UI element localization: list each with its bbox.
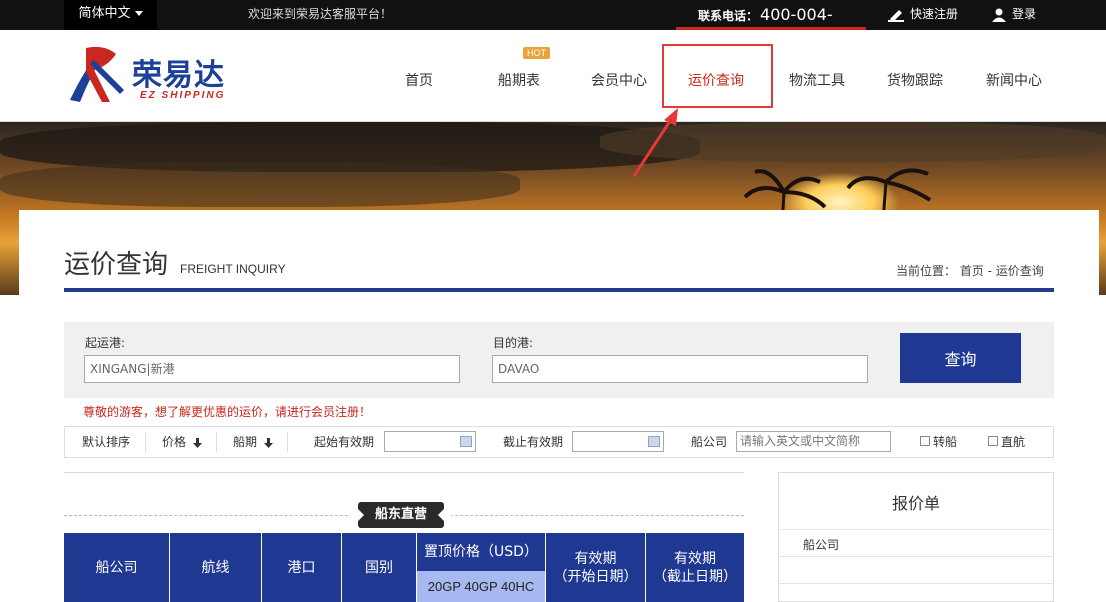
valid-from-label: 起始有效期 <box>314 435 375 449</box>
login-label: 登录 <box>1012 7 1037 21</box>
caret-down-icon <box>134 11 143 16</box>
title-divider <box>64 288 1054 292</box>
carrier-filter-label: 船公司 <box>691 435 728 449</box>
nav-item-logistics-tools[interactable]: 物流工具 <box>789 70 845 90</box>
sort-schedule-label: 船期 <box>233 435 258 449</box>
calendar-icon[interactable] <box>460 436 472 447</box>
nav-item-schedule[interactable]: 船期表 <box>498 70 540 90</box>
column-header-carrier: 船公司 <box>64 533 170 602</box>
arrow-down-icon <box>192 437 202 448</box>
origin-port-label: 起运港: <box>85 336 126 350</box>
top-bar: 简体中文 欢迎来到荣易达客服平台！ 联系电话：400-004-5566 快速注册… <box>0 0 1106 56</box>
origin-port-input[interactable]: XINGANG|新港 <box>84 355 460 383</box>
direct-checkbox[interactable] <box>988 436 998 446</box>
phone-contact: 联系电话：400-004-5566 <box>676 0 866 56</box>
logo[interactable]: 荣易达 EZ SHIPPING <box>64 40 234 110</box>
valid-end-subtitle: （截止日期） <box>653 568 737 585</box>
valid-end-title: 有效期 <box>674 550 716 567</box>
shipowner-direct-badge: 船东直营 <box>358 502 444 528</box>
user-icon <box>992 8 1006 22</box>
phone-label: 联系电话： <box>698 9 759 23</box>
column-header-country: 国别 <box>342 533 417 602</box>
destination-port-input[interactable]: DAVAO <box>492 355 868 383</box>
column-header-price-sizes: 20GP 40GP 40HC <box>417 571 545 602</box>
valid-to-date-input[interactable] <box>572 431 664 452</box>
arrow-annotation-icon <box>632 108 678 177</box>
language-label: 简体中文 <box>78 6 131 21</box>
arrow-down-icon <box>263 437 273 448</box>
carrier-filter-input[interactable]: 请输入英文或中文简称 <box>736 431 891 452</box>
page-title: 运价查询 <box>64 250 169 280</box>
login-link[interactable]: 登录 <box>992 0 1036 28</box>
language-selector[interactable]: 简体中文 <box>64 0 157 30</box>
logo-text-en: EZ SHIPPING <box>140 90 226 101</box>
quote-divider <box>779 583 1053 584</box>
column-header-valid-end: 有效期 （截止日期） <box>646 533 744 602</box>
breadcrumb: 当前位置： 首页 - 运价查询 <box>896 264 1044 278</box>
sort-price-label: 价格 <box>162 435 187 449</box>
column-header-price: 置顶价格（USD） <box>417 533 546 571</box>
column-header-route: 航线 <box>170 533 262 602</box>
valid-start-title: 有效期 <box>574 550 617 567</box>
edit-icon <box>888 9 904 22</box>
results-top-divider <box>64 472 744 473</box>
quote-carrier-label: 船公司 <box>803 538 840 552</box>
transship-label: 转船 <box>933 435 958 449</box>
direct-label: 直航 <box>1001 435 1026 449</box>
hot-badge: HOT <box>523 47 550 59</box>
valid-to-label: 截止有效期 <box>503 435 564 449</box>
nav-item-member-center[interactable]: 会员中心 <box>591 70 647 90</box>
sort-price[interactable]: 价格 <box>162 433 202 450</box>
quick-register-label: 快速注册 <box>910 7 959 21</box>
valid-from-date-input[interactable] <box>384 431 476 452</box>
welcome-text: 欢迎来到荣易达客服平台！ <box>248 7 393 21</box>
sort-schedule[interactable]: 船期 <box>233 433 273 450</box>
nav-item-home[interactable]: 首页 <box>405 70 433 90</box>
nav-item-cargo-tracking[interactable]: 货物跟踪 <box>887 70 943 90</box>
site-header: 荣易达 EZ SHIPPING HOT 首页 船期表 会员中心 运价查询 物流工… <box>0 30 1106 122</box>
destination-port-label: 目的港: <box>493 336 534 350</box>
calendar-icon[interactable] <box>648 436 660 447</box>
logo-text-cn: 荣易达 <box>132 58 225 93</box>
sort-default[interactable]: 默认排序 <box>82 433 130 450</box>
search-button[interactable]: 查询 <box>900 333 1021 383</box>
quote-divider <box>779 556 1053 557</box>
filter-divider <box>216 432 217 452</box>
banner-cloud <box>0 162 520 207</box>
highlight-annotation-box <box>662 44 773 108</box>
filter-divider <box>145 432 146 452</box>
quote-divider <box>779 529 1053 530</box>
member-notice[interactable]: 尊敬的游客，想了解更优惠的运价，请进行会员注册！ <box>83 403 371 420</box>
transship-checkbox[interactable] <box>920 436 930 446</box>
valid-start-subtitle: （开始日期） <box>553 568 638 585</box>
quote-title: 报价单 <box>891 494 940 513</box>
filter-divider <box>287 432 288 452</box>
page-title-en: FREIGHT INQUIRY <box>180 262 286 276</box>
column-header-valid-start: 有效期 （开始日期） <box>546 533 646 602</box>
nav-item-news-center[interactable]: 新闻中心 <box>986 70 1042 90</box>
quick-register-link[interactable]: 快速注册 <box>888 0 958 28</box>
logo-mark-icon <box>70 46 124 102</box>
column-header-port: 港口 <box>262 533 342 602</box>
